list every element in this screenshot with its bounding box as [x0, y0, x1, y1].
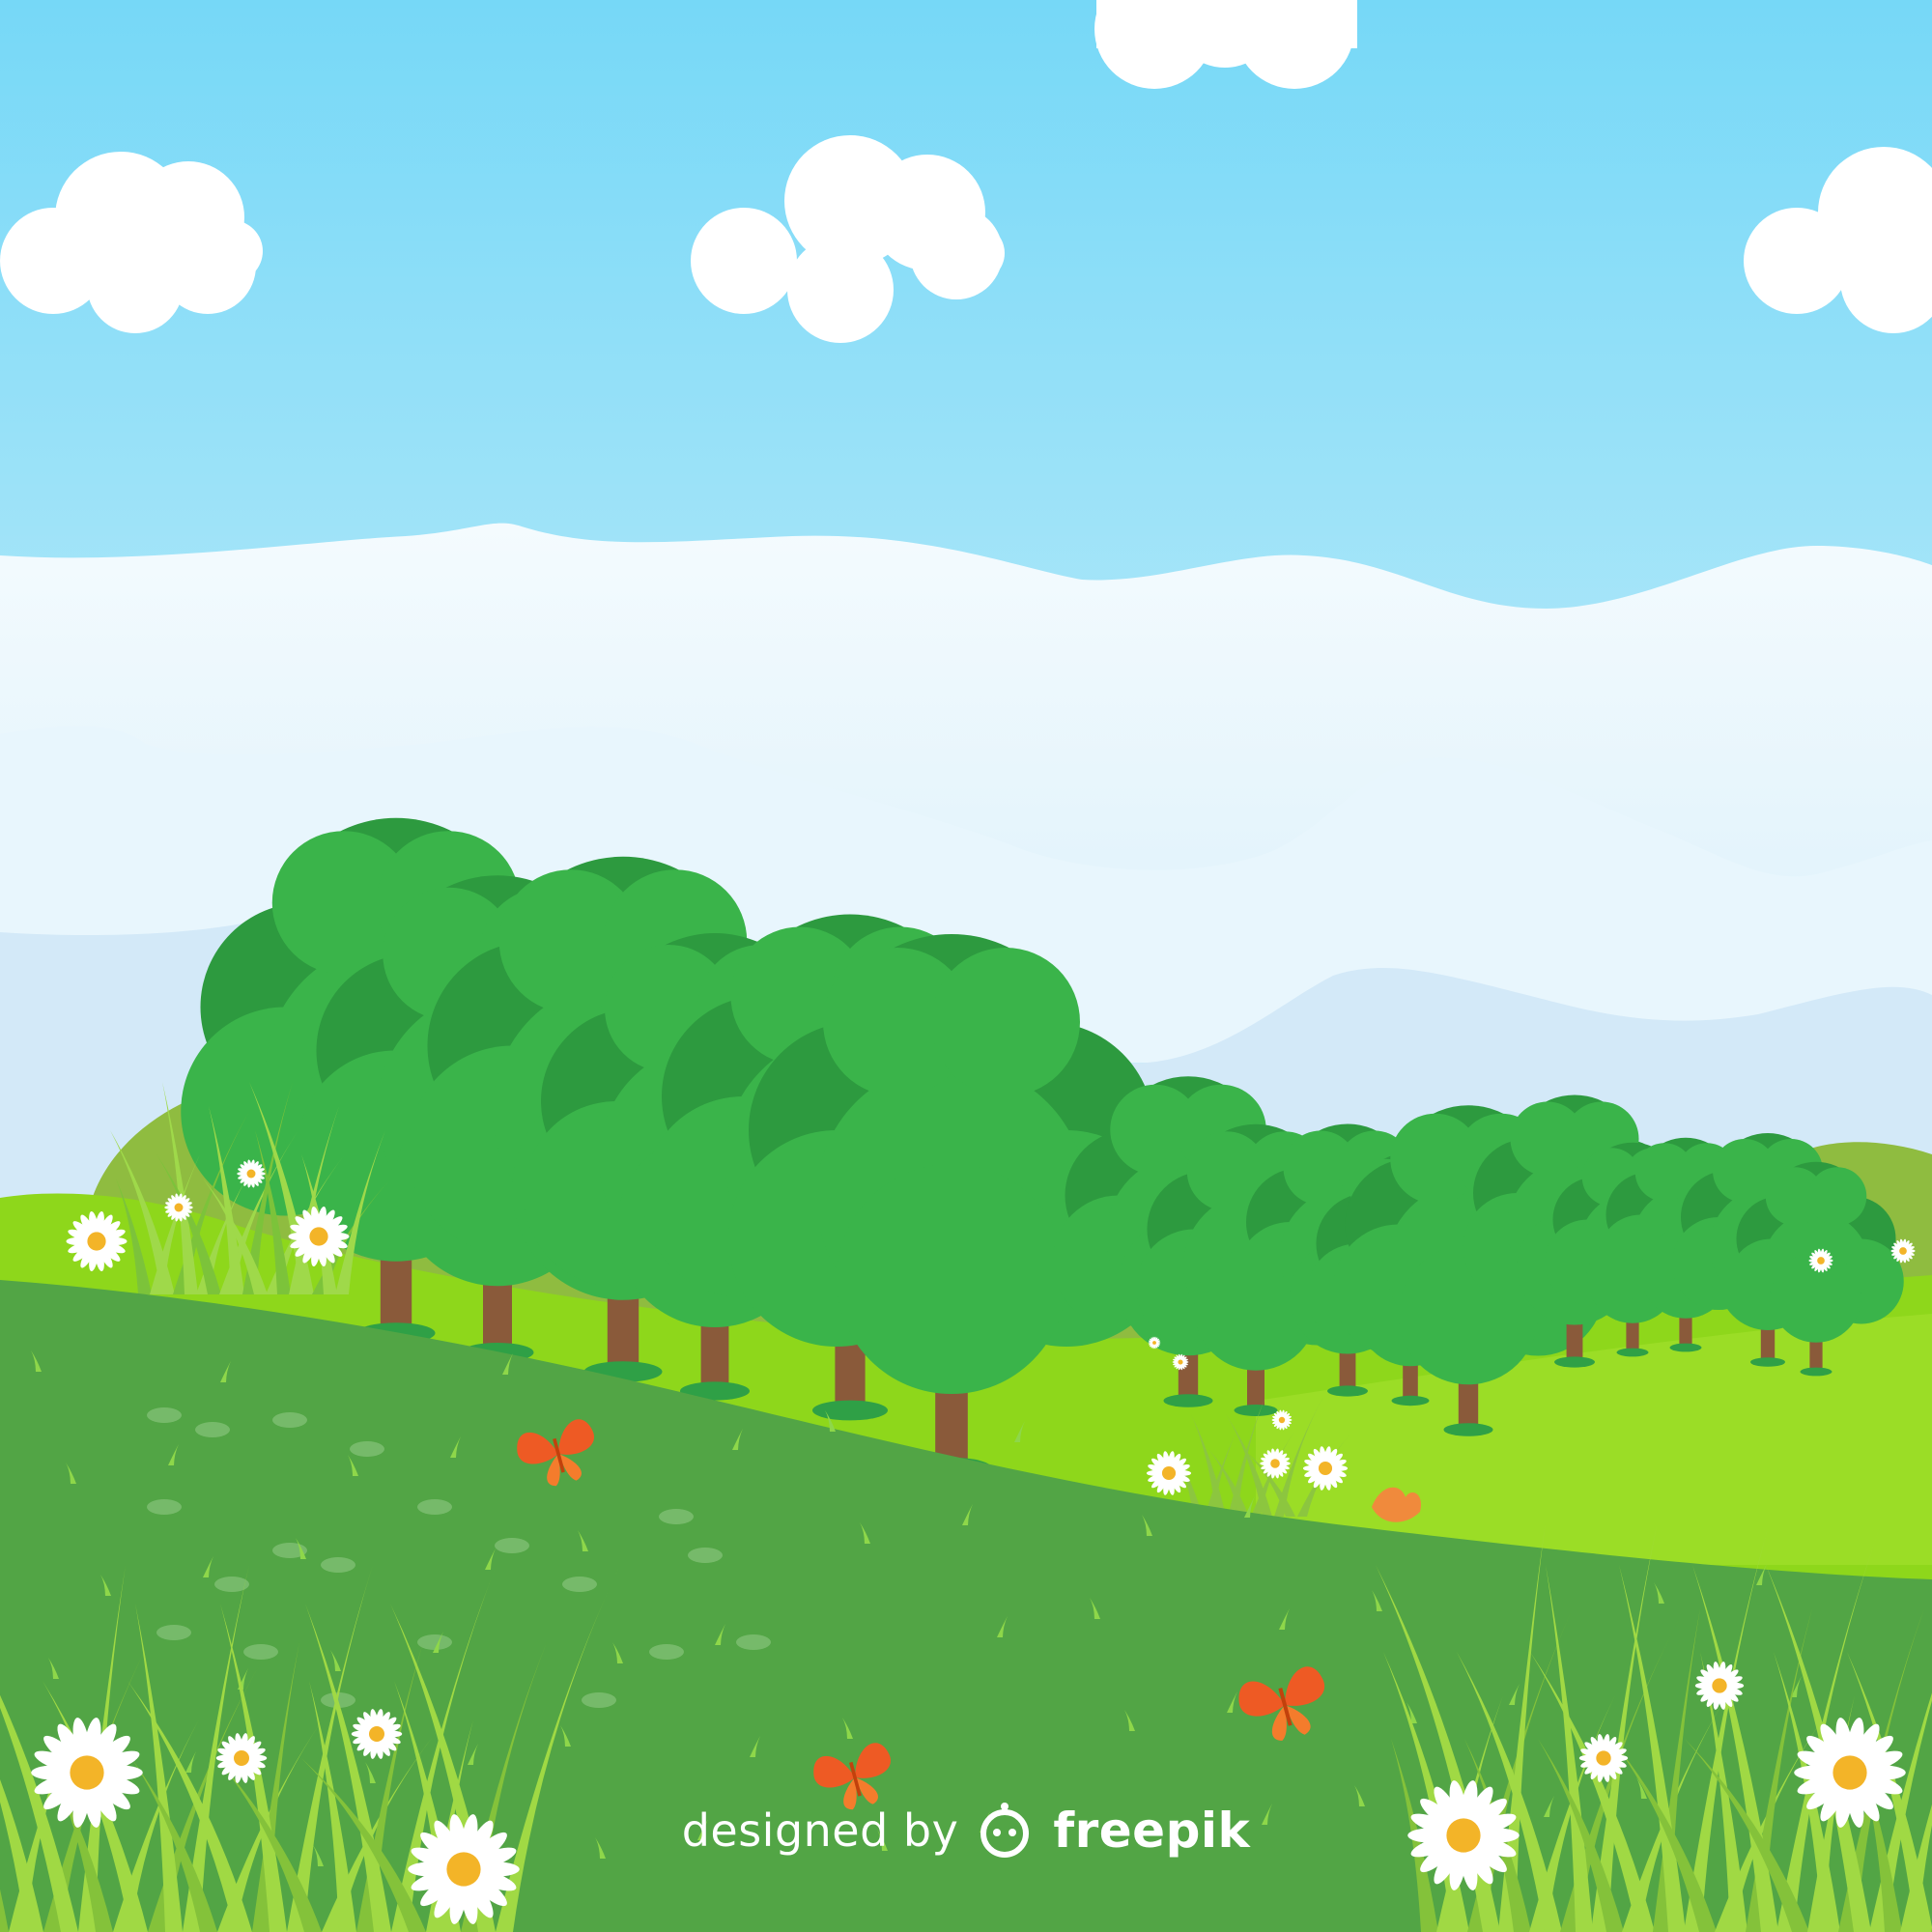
credit-prefix: designed by	[681, 1804, 959, 1857]
freepik-credit[interactable]: designed by freepik	[0, 1792, 1932, 1869]
landscape-scene	[0, 0, 1932, 1932]
credit-brand: freepik	[1053, 1803, 1251, 1859]
freepik-logo-icon	[980, 1803, 1030, 1858]
